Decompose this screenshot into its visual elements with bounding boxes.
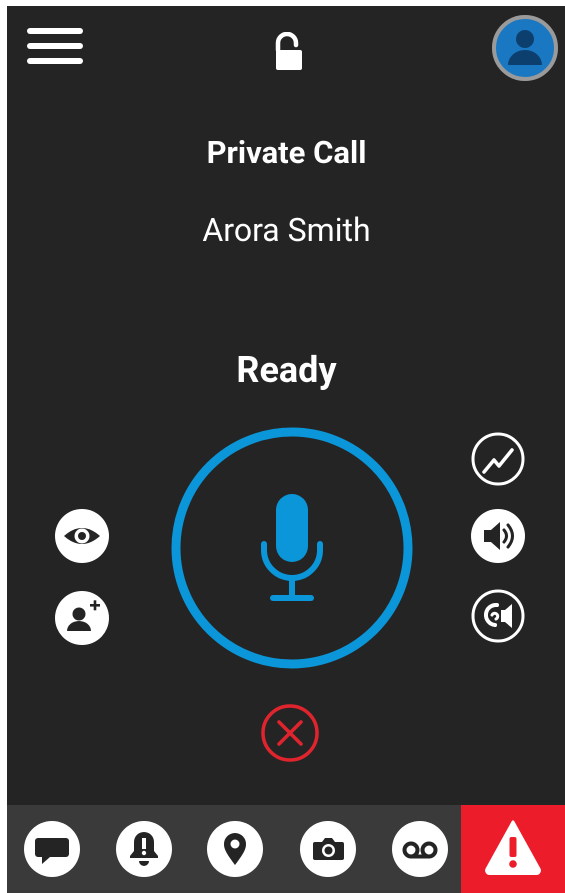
chat-icon[interactable] bbox=[23, 820, 81, 878]
contact-name: Arora Smith bbox=[202, 211, 371, 249]
end-call-button[interactable] bbox=[260, 703, 320, 763]
voicemail-icon[interactable] bbox=[391, 820, 449, 878]
emergency-button[interactable] bbox=[461, 805, 565, 893]
unlocked-padlock-icon[interactable] bbox=[273, 31, 305, 72]
location-pin-icon[interactable] bbox=[206, 820, 264, 878]
push-to-talk-button[interactable] bbox=[170, 426, 414, 670]
alert-bell-icon[interactable] bbox=[115, 820, 173, 878]
eye-icon[interactable] bbox=[54, 508, 110, 564]
emergency-warning-icon bbox=[485, 820, 541, 875]
hamburger-menu-icon[interactable] bbox=[27, 26, 83, 66]
signal-graph-icon[interactable] bbox=[470, 431, 526, 487]
call-status: Ready bbox=[236, 349, 337, 391]
user-avatar-icon[interactable] bbox=[492, 15, 558, 81]
earpiece-icon[interactable] bbox=[470, 588, 526, 644]
speaker-icon[interactable] bbox=[470, 508, 526, 564]
microphone-icon bbox=[261, 494, 323, 601]
ptt-call-screen: Private Call Arora Smith Ready bbox=[7, 6, 565, 893]
call-type-label: Private Call bbox=[206, 134, 367, 171]
add-user-icon[interactable] bbox=[54, 590, 110, 646]
camera-icon[interactable] bbox=[299, 820, 357, 878]
